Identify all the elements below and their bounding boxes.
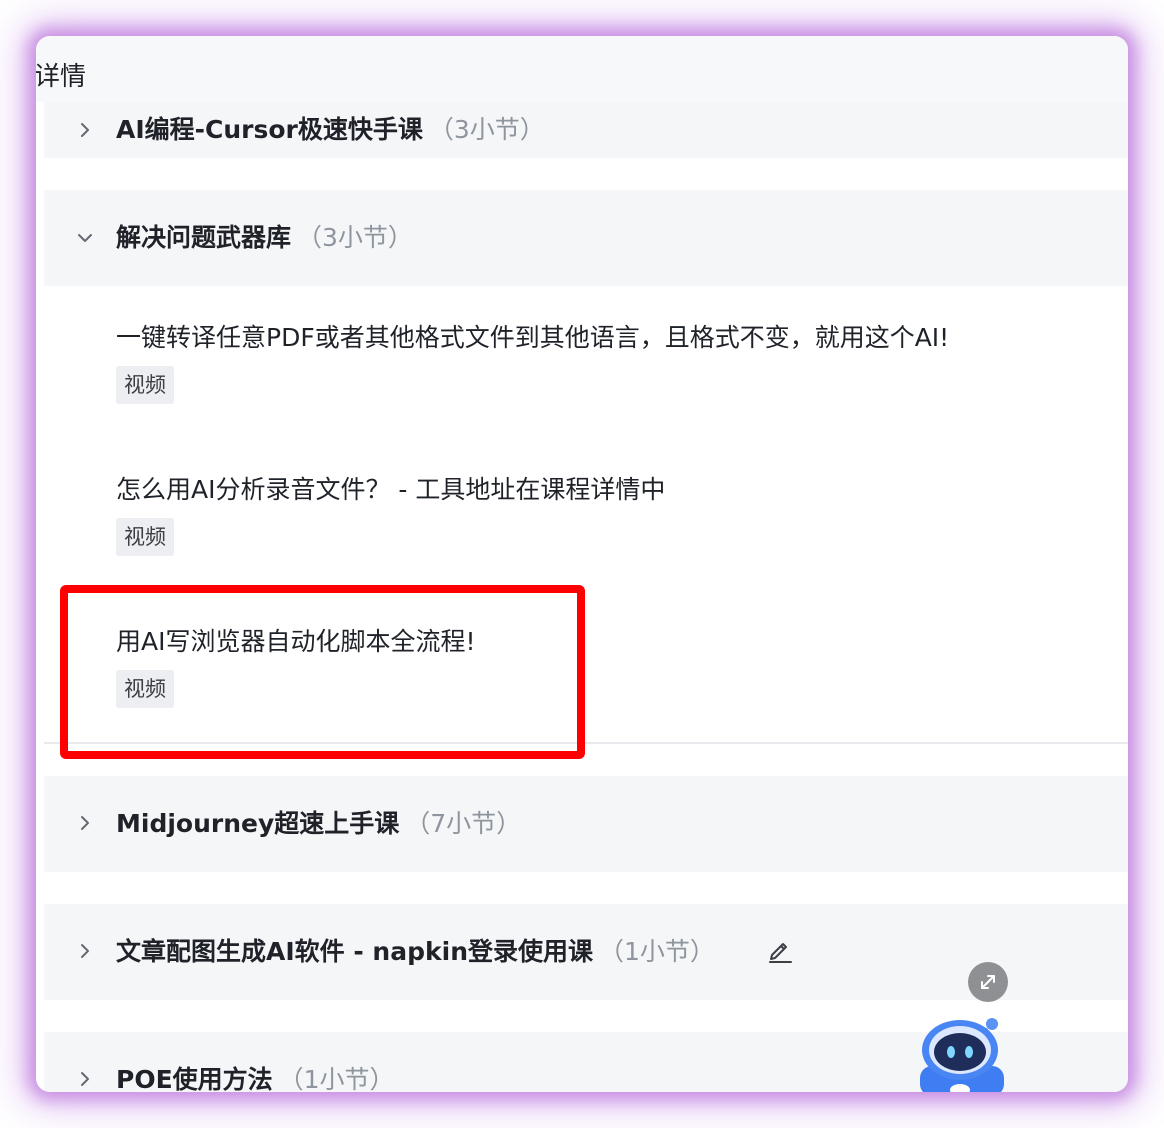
chapter-count: （1小节） (599, 937, 715, 966)
lesson-title: 怎么用AI分析录音文件？ - 工具地址在课程详情中 (116, 475, 666, 504)
course-detail-window: 详情 AI编程-Cursor极速快手课 （3小节） 解决问题武器库 （3小节） 一键… (36, 36, 1128, 1092)
chapter-title: 文章配图生成AI软件 - napkin登录使用课 （1小节） (116, 937, 715, 966)
chapter-row-napkin[interactable]: 文章配图生成AI软件 - napkin登录使用课 （1小节） (44, 904, 1128, 1000)
chapter-title: AI编程-Cursor极速快手课 （3小节） (116, 115, 545, 144)
chapter-title: POE使用方法 （1小节） (116, 1065, 395, 1092)
lesson-type-badge: 视频 (116, 366, 174, 404)
lesson-item-pdf-translate[interactable]: 一键转译任意PDF或者其他格式文件到其他语言，且格式不变，就用这个AI! 视频 (44, 322, 1128, 462)
edit-icon[interactable] (766, 936, 794, 964)
lesson-type-badge: 视频 (116, 670, 174, 708)
lesson-type-badge: 视频 (116, 518, 174, 556)
lesson-title: 用AI写浏览器自动化脚本全流程! (116, 627, 476, 656)
chevron-right-icon (76, 942, 94, 960)
section-divider (44, 742, 1128, 744)
robot-assistant-icon[interactable] (916, 1012, 1012, 1092)
chapter-title: 解决问题武器库 （3小节） (116, 223, 413, 252)
expand-icon[interactable] (968, 962, 1008, 1002)
top-bar: 详情 (36, 36, 1128, 102)
page-title: 详情 (36, 62, 87, 92)
lesson-item-browser-automation[interactable]: 用AI写浏览器自动化脚本全流程! 视频 (44, 626, 1128, 766)
chapter-count: （1小节） (278, 1065, 395, 1092)
chevron-down-icon (76, 229, 94, 247)
chevron-right-icon (76, 814, 94, 832)
chapter-row-toolkit[interactable]: 解决问题武器库 （3小节） (44, 190, 1128, 286)
lesson-item-audio-analysis[interactable]: 怎么用AI分析录音文件？ - 工具地址在课程详情中 视频 (44, 474, 1128, 614)
chevron-right-icon (76, 121, 94, 139)
chapter-count: （3小节） (428, 115, 545, 144)
chapter-count: （7小节） (405, 809, 522, 838)
chapter-title: Midjourney超速上手课 （7小节） (116, 809, 522, 838)
chevron-right-icon (76, 1070, 94, 1088)
lesson-title: 一键转译任意PDF或者其他格式文件到其他语言，且格式不变，就用这个AI! (116, 323, 950, 352)
chapter-row-midjourney[interactable]: Midjourney超速上手课 （7小节） (44, 776, 1128, 872)
chapter-count: （3小节） (297, 223, 413, 252)
